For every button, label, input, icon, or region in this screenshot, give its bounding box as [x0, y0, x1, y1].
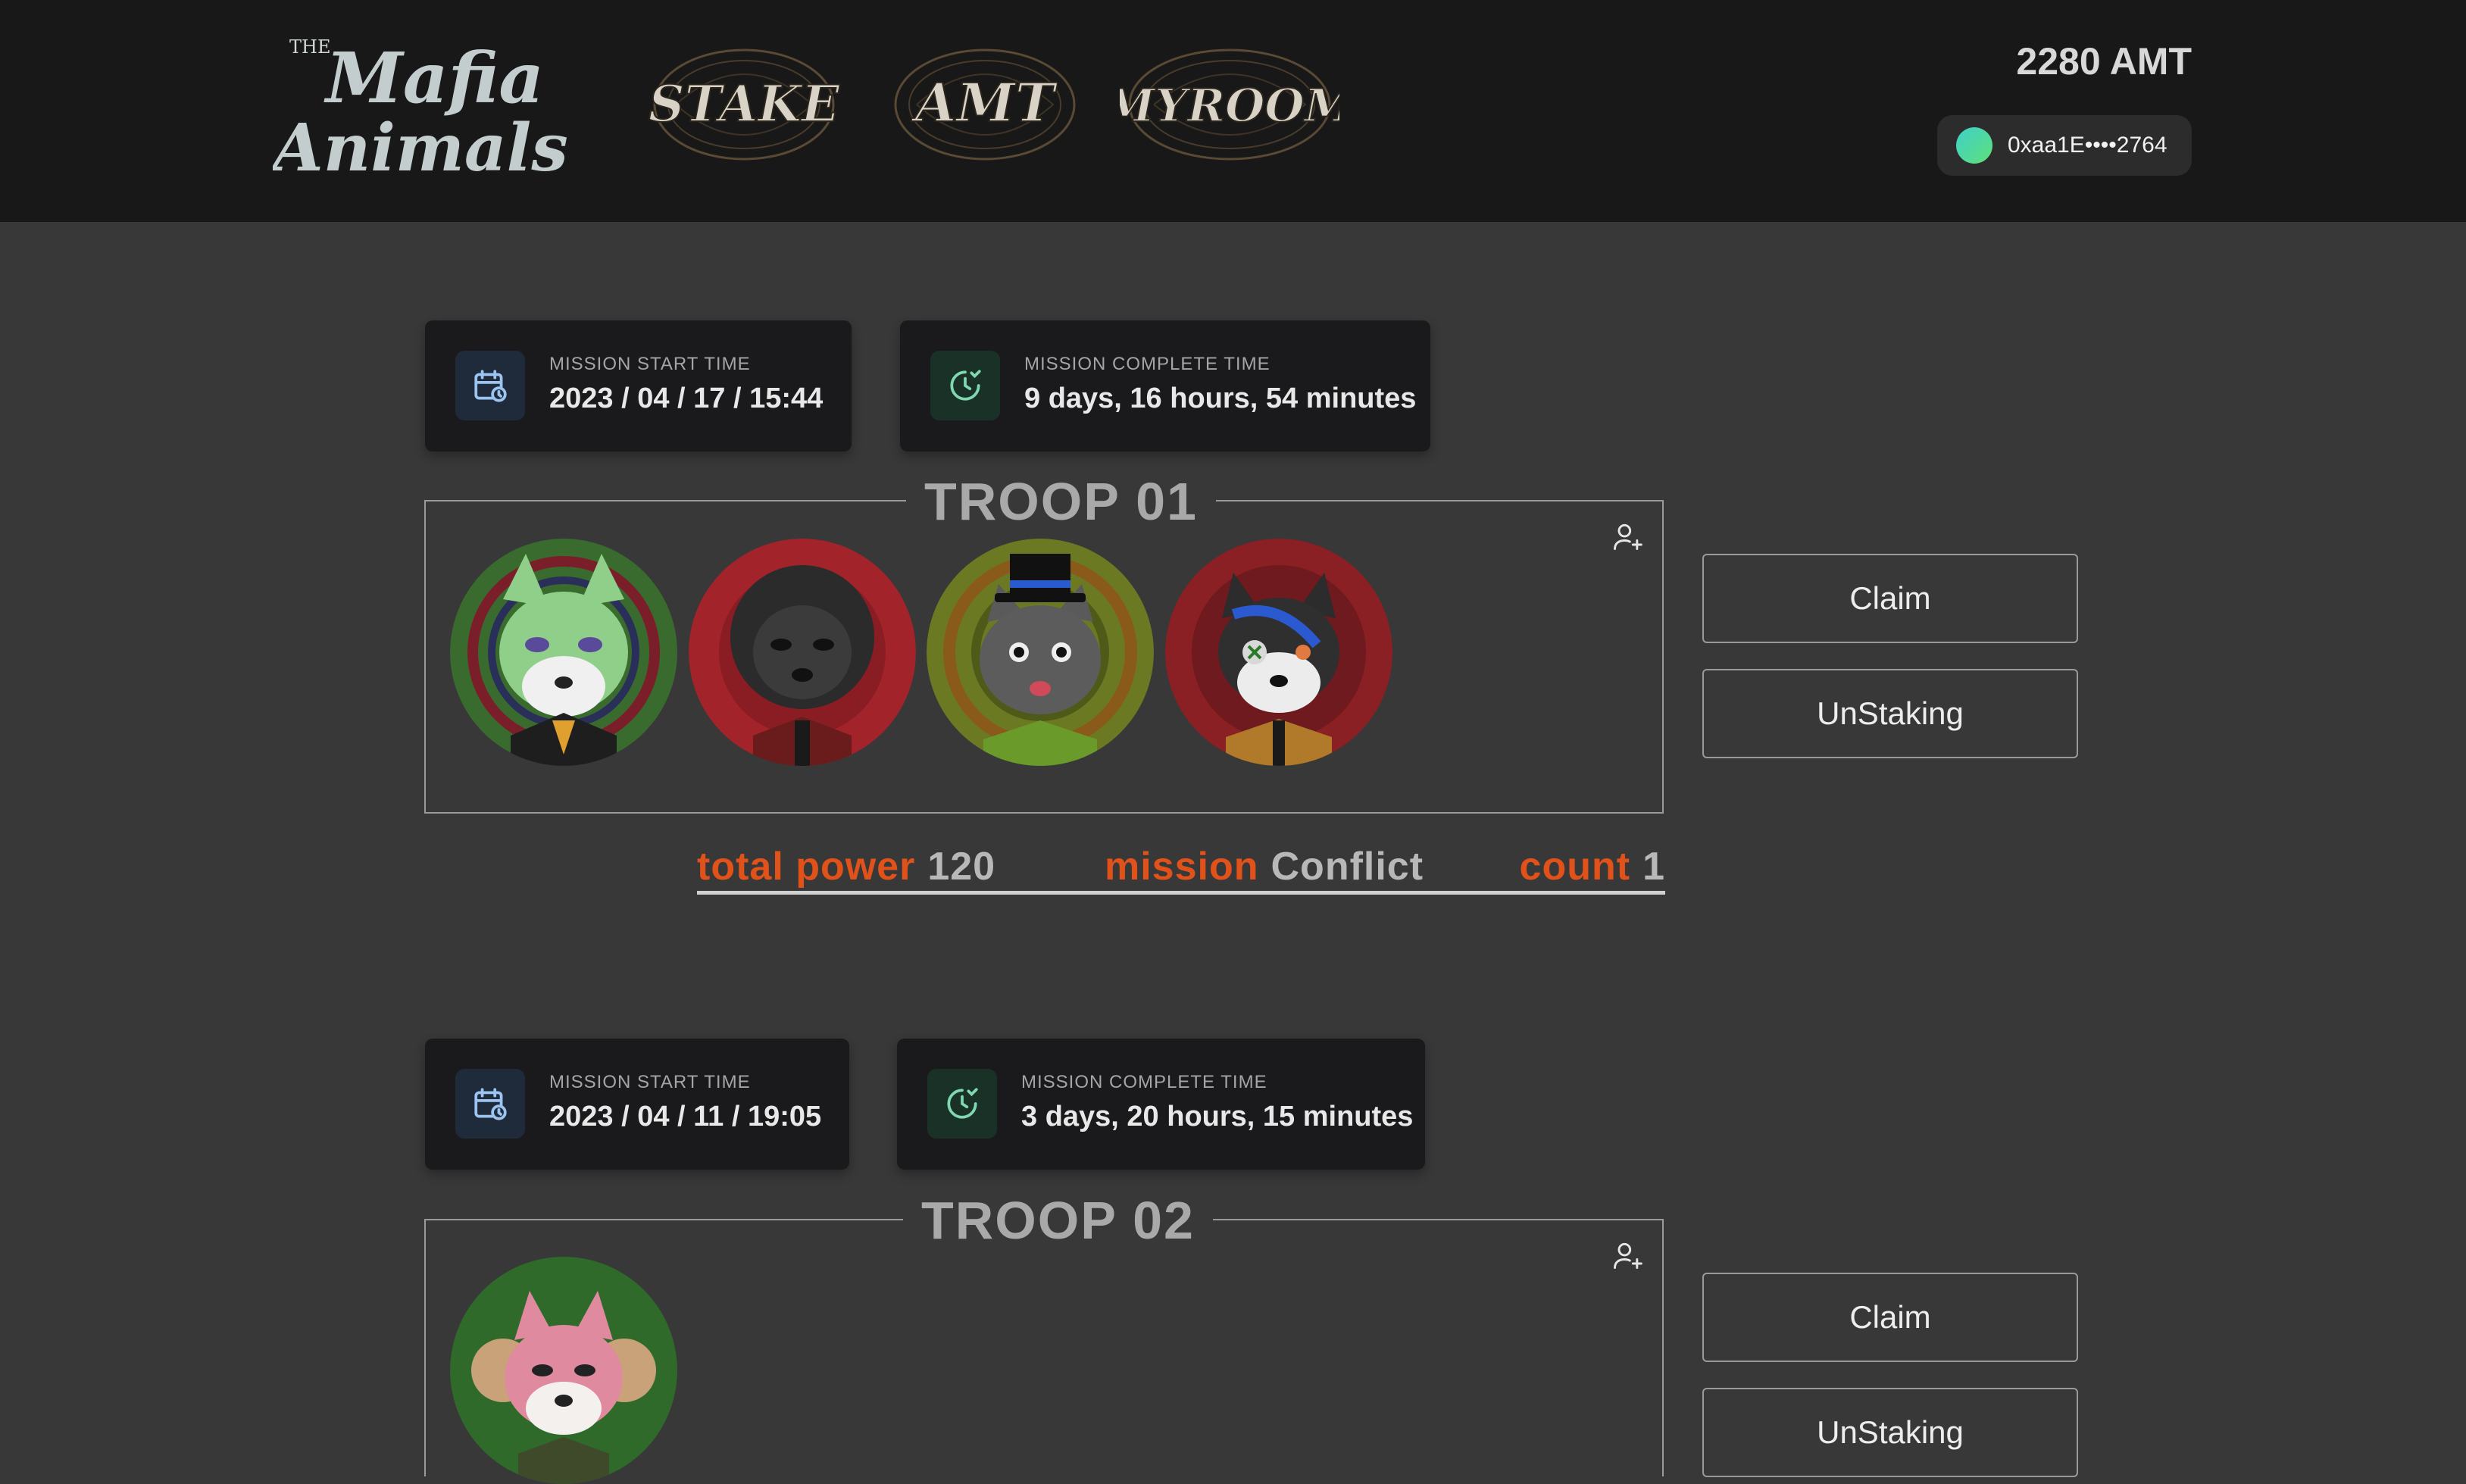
top-header: THE Mafia Animals STAKE AMT MYROOM 2280 …: [0, 0, 2466, 222]
add-member-icon[interactable]: [1611, 520, 1644, 553]
mission-complete-value: 3 days, 20 hours, 15 minutes: [1021, 1101, 1414, 1133]
calendar-clock-icon: [455, 1069, 525, 1139]
troop-stats: total power 120 mission Conflict count 1: [697, 838, 1665, 895]
mission-start-value: 2023 / 04 / 17 / 15:44: [549, 383, 824, 414]
nav-myroom-label: MYROOM: [1120, 80, 1339, 133]
nav-stake-label: STAKE: [649, 74, 841, 133]
wallet-avatar-icon: [1956, 127, 1992, 164]
mission-start-label: MISSION START TIME: [549, 354, 751, 374]
mission-start-card: MISSION START TIME 2023 / 04 / 11 / 19:0…: [425, 1039, 849, 1170]
mission-value: Conflict: [1271, 845, 1424, 889]
logo-the-text: THE: [289, 36, 330, 58]
count-key: count: [1519, 845, 1631, 889]
add-member-icon[interactable]: [1611, 1239, 1644, 1272]
nft-avatar[interactable]: [450, 1257, 677, 1484]
mission-stat: mission Conflict: [1105, 844, 1424, 889]
clock-check-icon: [927, 1069, 997, 1139]
mission-start-value: 2023 / 04 / 11 / 19:05: [549, 1101, 822, 1133]
troop-title: TROOP 01: [906, 473, 1216, 530]
total-power-key: total power: [697, 845, 916, 889]
logo-animals-text: Animals: [273, 110, 568, 186]
troop-02-panel: TROOP 02: [424, 1192, 1664, 1484]
clock-check-icon: [930, 351, 1000, 420]
count-stat: count 1: [1520, 844, 1665, 889]
wallet-button[interactable]: 0xaa1E••••2764: [1937, 115, 2192, 176]
troop-01-panel: TROOP 01: [424, 473, 1664, 814]
unstaking-button[interactable]: UnStaking: [1702, 1388, 2078, 1477]
mission-complete-card: MISSION COMPLETE TIME 9 days, 16 hours, …: [900, 320, 1430, 451]
total-power-stat: total power 120: [697, 844, 995, 889]
wallet-address: 0xaa1E••••2764: [2008, 133, 2168, 158]
mission-key: mission: [1105, 845, 1259, 889]
troop-title: TROOP 02: [903, 1192, 1213, 1249]
nav-amt[interactable]: AMT: [886, 36, 1083, 173]
mission-start-label: MISSION START TIME: [549, 1072, 751, 1092]
count-value: 1: [1642, 845, 1665, 889]
nft-avatar[interactable]: [927, 539, 1154, 766]
mission-complete-label: MISSION COMPLETE TIME: [1021, 1072, 1267, 1092]
mafia-animals-logo[interactable]: THE Mafia Animals: [273, 23, 591, 189]
mission-complete-label: MISSION COMPLETE TIME: [1024, 354, 1271, 374]
claim-button[interactable]: Claim: [1702, 1273, 2078, 1362]
total-power-value: 120: [927, 845, 996, 889]
nft-avatar[interactable]: [1165, 539, 1392, 766]
mission-complete-value: 9 days, 16 hours, 54 minutes: [1024, 383, 1417, 414]
amt-balance: 2280 AMT: [2016, 40, 2192, 83]
logo-mafia-text: Mafia: [323, 37, 544, 119]
calendar-clock-icon: [455, 351, 525, 420]
mission-start-card: MISSION START TIME 2023 / 04 / 17 / 15:4…: [425, 320, 852, 451]
nav-amt-label: AMT: [911, 71, 1058, 134]
nav-myroom[interactable]: MYROOM: [1120, 36, 1339, 173]
nft-avatar[interactable]: [689, 539, 916, 766]
unstaking-button[interactable]: UnStaking: [1702, 669, 2078, 758]
mission-complete-card: MISSION COMPLETE TIME 3 days, 20 hours, …: [897, 1039, 1425, 1170]
nav-stake[interactable]: STAKE: [645, 36, 842, 173]
claim-button[interactable]: Claim: [1702, 554, 2078, 643]
nft-avatar[interactable]: [450, 539, 677, 766]
